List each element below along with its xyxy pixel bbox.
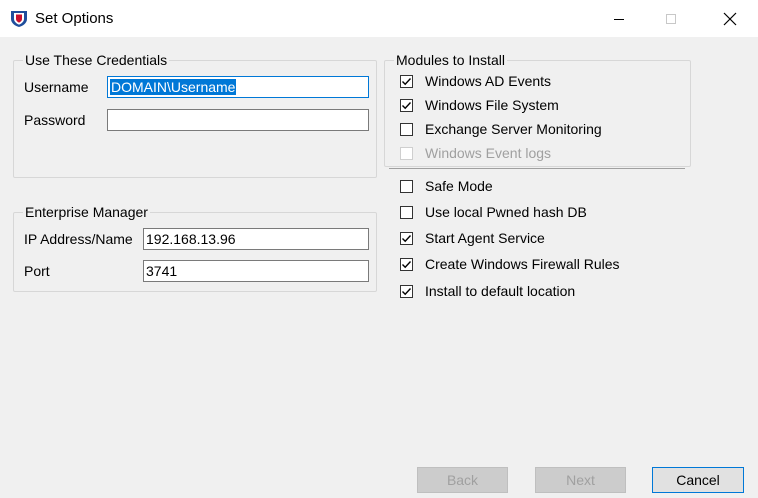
ip-address-value: 192.168.13.96 [146,231,236,247]
checkmark-icon [402,260,412,268]
checkbox-box[interactable] [400,257,413,271]
option-safe-mode[interactable]: Safe Mode [400,176,493,196]
cancel-button[interactable]: Cancel [652,467,744,493]
app-shield-icon [11,11,27,27]
back-button: Back [417,467,508,493]
checkbox-label: Windows Event logs [425,145,552,161]
password-input[interactable] [107,109,369,131]
minimize-button[interactable] [596,0,642,37]
username-value: DOMAIN\Username [110,79,237,95]
port-label: Port [24,263,50,279]
checkbox-label: Windows File System [425,97,559,113]
minimize-icon [614,18,624,20]
window-title: Set Options [35,10,114,27]
password-label: Password [24,112,86,128]
username-label: Username [24,79,89,95]
module-checkbox-event-logs: Windows Event logs [400,143,551,163]
checkbox-box[interactable] [400,231,413,245]
checkbox-label: Start Agent Service [425,230,545,246]
option-start-agent-service[interactable]: Start Agent Service [400,228,545,248]
option-firewall-rules[interactable]: Create Windows Firewall Rules [400,254,620,274]
module-checkbox-exchange[interactable]: Exchange Server Monitoring [400,119,602,139]
option-pwned-hash-db[interactable]: Use local Pwned hash DB [400,202,587,222]
enterprise-group-label: Enterprise Manager [23,204,150,220]
separator-line [389,168,685,169]
port-input[interactable]: 3741 [143,260,369,282]
checkbox-label: Install to default location [425,283,576,299]
checkbox-label: Safe Mode [425,178,493,194]
checkmark-icon [402,234,412,242]
modules-group-label: Modules to Install [394,52,507,68]
module-checkbox-file-system[interactable]: Windows File System [400,95,559,115]
close-button[interactable] [707,0,753,37]
checkbox-box[interactable] [400,179,413,193]
option-default-location[interactable]: Install to default location [400,281,575,301]
ip-address-input[interactable]: 192.168.13.96 [143,228,369,250]
username-input[interactable]: DOMAIN\Username [107,76,369,98]
maximize-icon [666,13,676,24]
checkbox-box[interactable] [400,74,413,88]
next-button: Next [535,467,626,493]
checkbox-box[interactable] [400,205,413,219]
port-value: 3741 [146,263,178,279]
checkbox-box[interactable] [400,98,413,112]
checkbox-box[interactable] [400,122,413,136]
checkbox-label: Create Windows Firewall Rules [425,256,620,272]
checkmark-icon [402,287,412,295]
maximize-button [648,0,694,37]
checkmark-icon [402,101,412,109]
checkbox-box[interactable] [400,284,413,298]
checkbox-label: Exchange Server Monitoring [425,121,602,137]
checkbox-box [400,146,413,160]
ip-address-label: IP Address/Name [24,231,133,247]
module-checkbox-ad-events[interactable]: Windows AD Events [400,71,551,91]
checkbox-label: Windows AD Events [425,73,552,89]
checkbox-label: Use local Pwned hash DB [425,204,587,220]
close-icon [723,12,737,25]
title-bar: Set Options [0,0,758,37]
credentials-group-label: Use These Credentials [23,52,170,68]
checkmark-icon [402,77,412,85]
